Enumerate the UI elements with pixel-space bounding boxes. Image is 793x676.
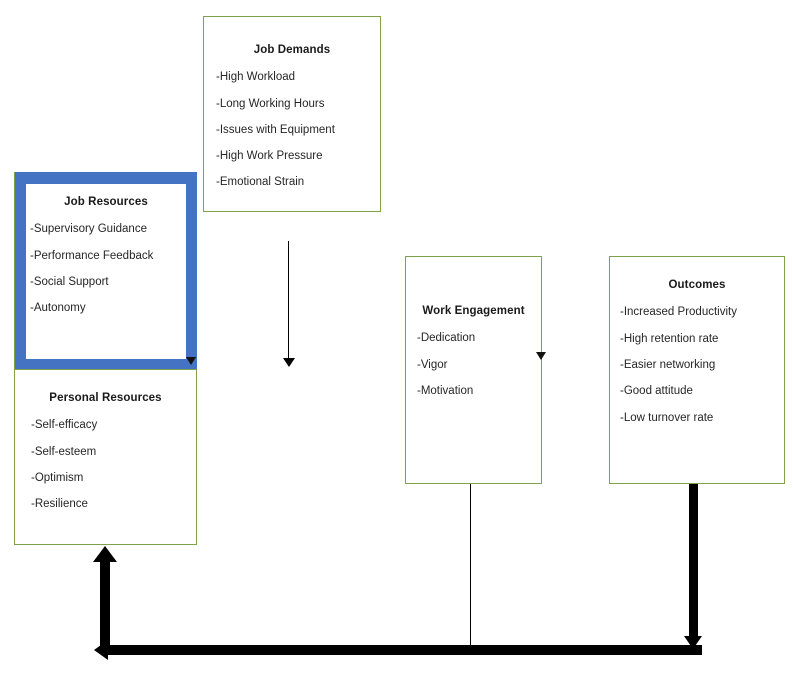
feedback-up-shaft — [100, 561, 110, 650]
diagram-canvas: Job Demands -High Workload -Long Working… — [0, 0, 793, 676]
box-job-demands-item-4: -Emotional Strain — [216, 176, 305, 188]
box-personal-resources-item-0: -Self-efficacy — [31, 419, 98, 431]
box-outcomes-item-4: -Low turnover rate — [620, 412, 714, 424]
box-work-engagement: Work Engagement -Dedication -Vigor -Moti… — [405, 256, 542, 484]
blue-frame-top-bar — [14, 172, 197, 184]
box-personal-resources-item-2: -Optimism — [31, 472, 84, 484]
box-personal-resources-title: Personal Resources — [49, 392, 162, 404]
outcomes-feedback-shaft — [689, 484, 698, 642]
box-job-demands-title: Job Demands — [253, 44, 331, 56]
box-job-resources-title: Job Resources — [64, 196, 148, 208]
work-engagement-down-line — [470, 484, 471, 650]
blue-frame-arrow-head-icon — [186, 357, 196, 365]
box-personal-resources-item-1: -Self-esteem — [31, 446, 97, 458]
box-job-demands-item-0: -High Workload — [216, 71, 296, 83]
job-demands-arrow-head-icon — [283, 358, 295, 367]
box-personal-resources: Personal Resources -Self-efficacy -Self-… — [14, 369, 197, 545]
box-work-engagement-item-0: -Dedication — [417, 332, 476, 344]
box-outcomes-item-1: -High retention rate — [620, 333, 719, 345]
work-engagement-arrow-head-icon — [536, 352, 546, 360]
box-job-resources-item-2: -Social Support — [30, 276, 109, 288]
box-work-engagement-item-2: -Motivation — [417, 385, 474, 397]
box-job-demands-item-3: -High Work Pressure — [216, 150, 323, 162]
box-outcomes-item-2: -Easier networking — [620, 359, 716, 371]
job-demands-arrow-shaft — [288, 241, 289, 360]
box-job-resources-item-1: -Performance Feedback — [30, 250, 154, 262]
box-outcomes-item-0: -Increased Productivity — [620, 306, 737, 318]
box-job-demands-item-1: -Long Working Hours — [216, 98, 325, 110]
box-job-demands-item-2: -Issues with Equipment — [216, 124, 335, 136]
box-job-resources-item-3: -Autonomy — [30, 302, 86, 314]
feedback-up-arrow-head-icon — [93, 546, 117, 562]
box-work-engagement-title: Work Engagement — [422, 305, 525, 317]
box-job-resources: Job Resources -Supervisory Guidance -Per… — [26, 184, 186, 359]
box-job-resources-item-0: -Supervisory Guidance — [30, 223, 147, 235]
box-job-demands: Job Demands -High Workload -Long Working… — [203, 16, 381, 212]
box-outcomes-title: Outcomes — [668, 279, 726, 291]
box-outcomes-item-3: -Good attitude — [620, 385, 693, 397]
feedback-bottom-bar — [108, 645, 702, 655]
box-work-engagement-item-1: -Vigor — [417, 359, 448, 371]
box-personal-resources-item-3: -Resilience — [31, 498, 88, 510]
box-outcomes: Outcomes -Increased Productivity -High r… — [609, 256, 785, 484]
